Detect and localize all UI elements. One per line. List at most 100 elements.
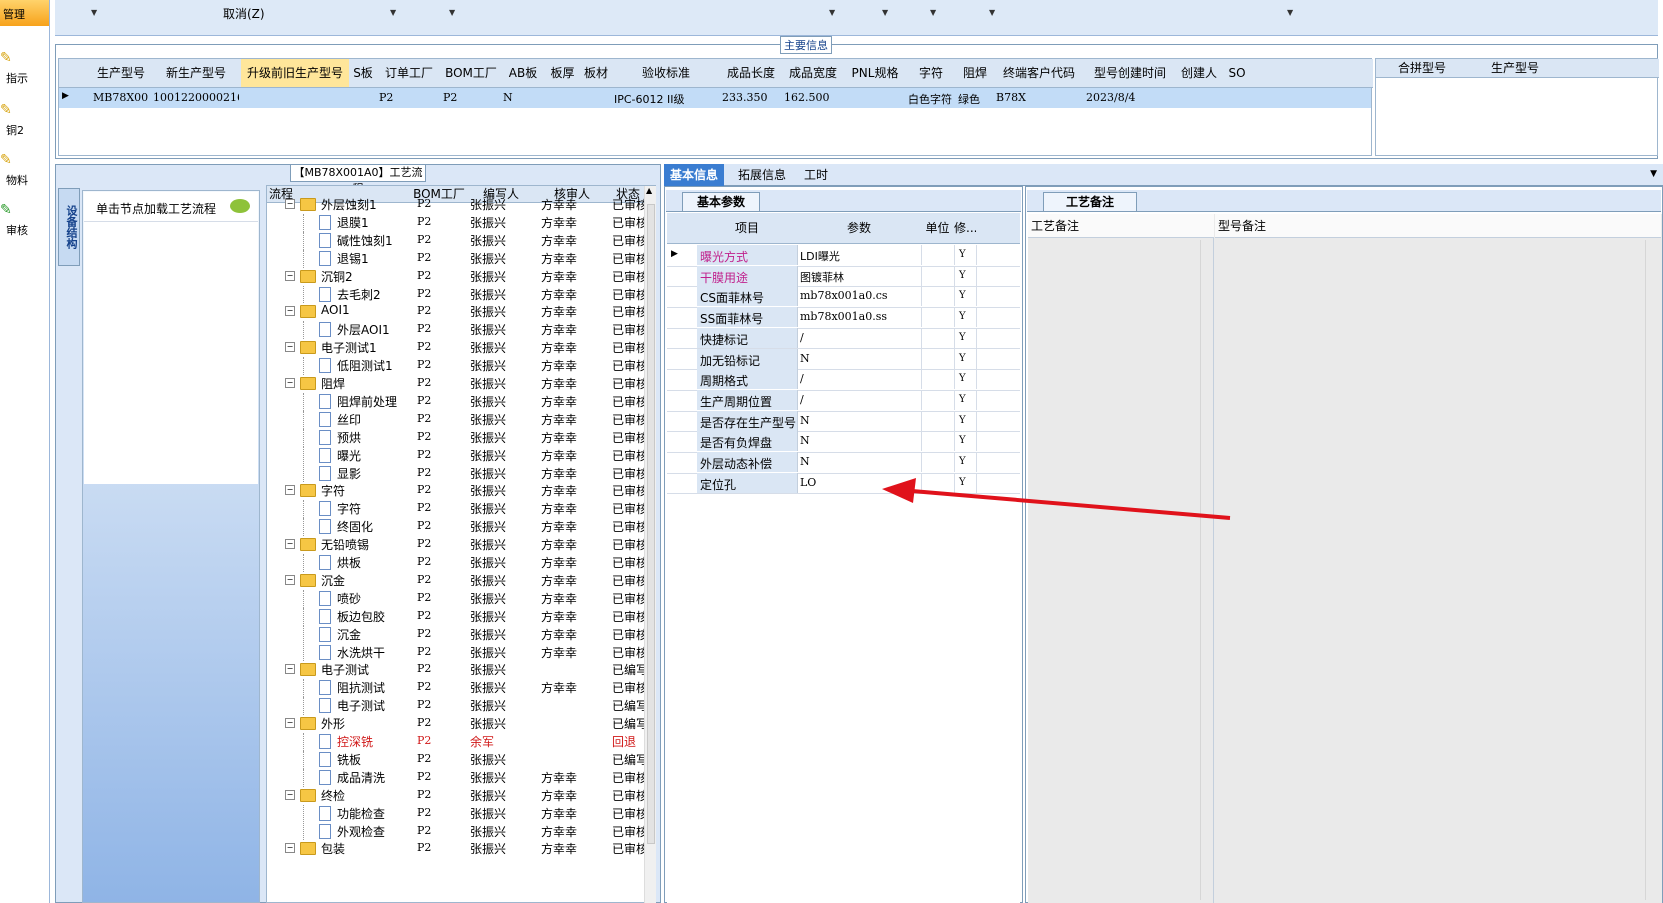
model-remarks-scrollbar[interactable]	[1645, 240, 1657, 900]
process-row[interactable]: − 沉金 P2 张振兴 方幸幸 已审核	[267, 571, 645, 589]
collapse-toggle-icon[interactable]: −	[285, 574, 295, 585]
collapse-toggle-icon[interactable]: −	[285, 342, 295, 353]
tab-menu-icon[interactable]: ▼	[1650, 169, 1657, 179]
process-row[interactable]: 外层AOI1 P2 张振兴 方幸幸 已审核	[267, 320, 645, 340]
main-col-header[interactable]: 型号创建时间	[1084, 59, 1177, 88]
main-col-header[interactable]: 创建人	[1176, 59, 1223, 88]
params-row[interactable]: 生产周期位置 / Y	[667, 389, 1020, 412]
process-row[interactable]: 字符 P2 张振兴 方幸幸 已审核	[267, 499, 645, 519]
process-row[interactable]: − 外形 P2 张振兴 已编写	[267, 714, 645, 732]
process-row[interactable]: 终固化 P2 张振兴 方幸幸 已审核	[267, 517, 645, 537]
process-row[interactable]: 成品清洗 P2 张振兴 方幸幸 已审核	[267, 768, 645, 787]
params-col-header[interactable]: 单位	[921, 213, 955, 244]
main-col-header[interactable]: 升级前旧生产型号	[241, 59, 350, 88]
param-value[interactable]: N	[800, 455, 810, 468]
param-value[interactable]: mb78x001a0.cs	[800, 289, 888, 302]
collapse-toggle-icon[interactable]: −	[285, 718, 295, 729]
dropdown-arrow-icon[interactable]: ▼	[1287, 8, 1293, 17]
process-row[interactable]: − AOI1 P2 张振兴 方幸幸 已审核	[267, 302, 645, 320]
dropdown-arrow-icon[interactable]: ▼	[930, 8, 936, 17]
model-remarks-column[interactable]: 型号备注	[1215, 214, 1661, 903]
process-scrollbar[interactable]: ▲	[644, 186, 656, 903]
process-row[interactable]: 铣板 P2 张振兴 已编写	[267, 750, 645, 769]
process-row[interactable]: − 包装 P2 张振兴 方幸幸 已审核	[267, 839, 645, 857]
process-row[interactable]: 去毛刺2 P2 张振兴 方幸幸 已审核	[267, 285, 645, 304]
process-row[interactable]: 预烘 P2 张振兴 方幸幸 已审核	[267, 428, 645, 447]
nav-item-2[interactable]: ✎ 铜2	[0, 102, 49, 137]
params-row[interactable]: 是否存在生产型号 N Y	[667, 410, 1020, 433]
param-value[interactable]: /	[800, 393, 804, 406]
params-col-header[interactable]: 修...	[954, 213, 977, 244]
collapse-toggle-icon[interactable]: −	[285, 539, 295, 550]
process-row[interactable]: 功能检查 P2 张振兴 方幸幸 已审核	[267, 804, 645, 823]
equipment-structure-tab[interactable]: 设备结构	[58, 188, 80, 266]
process-row[interactable]: 外观检查 P2 张振兴 方幸幸 已审核	[267, 822, 645, 841]
main-col-header[interactable]: PNL规格	[844, 59, 907, 88]
process-row[interactable]: − 无铅喷锡 P2 张振兴 方幸幸 已审核	[267, 535, 645, 553]
process-row[interactable]: 阻抗测试 P2 张振兴 方幸幸 已审核	[267, 678, 645, 698]
params-row[interactable]: 快捷标记 / Y	[667, 327, 1020, 350]
params-row[interactable]: 周期格式 / Y	[667, 369, 1020, 391]
params-row[interactable]: SS面菲林号 mb78x001a0.ss Y	[667, 307, 1020, 329]
process-row[interactable]: 退锡1 P2 张振兴 方幸幸 已审核	[267, 249, 645, 268]
param-value[interactable]: /	[800, 331, 804, 344]
params-col-header[interactable]: 参数	[797, 213, 922, 244]
dropdown-arrow-icon[interactable]: ▼	[449, 8, 455, 17]
process-remarks-column[interactable]: 工艺备注	[1028, 214, 1214, 903]
scroll-thumb[interactable]	[647, 204, 655, 844]
main-col-header[interactable]: 字符	[906, 59, 957, 88]
param-value[interactable]: N	[800, 414, 810, 427]
main-col-header[interactable]: 阻焊	[956, 59, 995, 88]
tab-basic-params[interactable]: 基本参数	[682, 192, 761, 211]
process-row[interactable]: − 阻焊 P2 张振兴 方幸幸 已审核	[267, 374, 645, 392]
scroll-up-icon[interactable]: ▲	[646, 186, 652, 195]
collapse-toggle-icon[interactable]: −	[285, 270, 295, 281]
dropdown-arrow-icon[interactable]: ▼	[390, 8, 396, 17]
collapse-toggle-icon[interactable]: −	[285, 378, 295, 388]
process-row[interactable]: 退膜1 P2 张振兴 方幸幸 已审核	[267, 213, 645, 232]
dropdown-arrow-icon[interactable]: ▼	[882, 8, 888, 17]
params-row[interactable]: ▶ 曝光方式 LDI曝光 Y	[667, 245, 1020, 267]
process-row[interactable]: 阻焊前处理 P2 张振兴 方幸幸 已审核	[267, 392, 645, 411]
merge-col-header[interactable]: 合拼型号	[1376, 59, 1469, 78]
nav-item-0[interactable]: 管理	[0, 0, 49, 26]
main-col-header[interactable]: AB板	[501, 59, 546, 88]
process-row[interactable]: − 电子测试 P2 张振兴 已编写	[267, 660, 645, 678]
collapse-toggle-icon[interactable]: −	[285, 789, 295, 800]
collapse-toggle-icon[interactable]: −	[285, 843, 295, 854]
params-row[interactable]: 干膜用途 图镀菲林 Y	[667, 265, 1020, 288]
remarks-scrollbar[interactable]	[1200, 240, 1212, 900]
dropdown-arrow-icon[interactable]: ▼	[91, 8, 97, 17]
main-col-header[interactable]: BOM工厂	[441, 59, 502, 88]
main-col-header[interactable]: 订单工厂	[377, 59, 442, 88]
process-row[interactable]: 丝印 P2 张振兴 方幸幸 已审核	[267, 410, 645, 429]
process-row[interactable]: 喷砂 P2 张振兴 方幸幸 已审核	[267, 589, 645, 608]
collapse-toggle-icon[interactable]: −	[285, 199, 295, 209]
process-row[interactable]: 烘板 P2 张振兴 方幸幸 已审核	[267, 553, 645, 572]
process-row[interactable]: 电子测试 P2 张振兴 已编写	[267, 696, 645, 716]
collapse-toggle-icon[interactable]: −	[285, 306, 295, 317]
main-col-header[interactable]: 验收标准	[612, 59, 721, 88]
main-col-header[interactable]: 成品宽度	[782, 59, 845, 88]
process-row[interactable]: 显影 P2 张振兴 方幸幸 已审核	[267, 464, 645, 483]
process-row[interactable]: − 终检 P2 张振兴 方幸幸 已审核	[267, 786, 645, 804]
params-row[interactable]: 加无铅标记 N Y	[667, 348, 1020, 371]
main-col-header[interactable]: 生产型号	[91, 59, 152, 88]
collapse-toggle-icon[interactable]: −	[285, 664, 295, 675]
process-row[interactable]: − 沉铜2 P2 张振兴 方幸幸 已审核	[267, 267, 645, 285]
params-col-header[interactable]: 项目	[697, 213, 798, 244]
param-value[interactable]: N	[800, 434, 810, 447]
tab-work-hours[interactable]: 工时	[798, 164, 834, 186]
process-row[interactable]: 沉金 P2 张振兴 方幸幸 已审核	[267, 625, 645, 644]
process-row[interactable]: − 电子测试1 P2 张振兴 方幸幸 已审核	[267, 338, 645, 356]
tab-extended-info[interactable]: 拓展信息	[732, 164, 792, 186]
merge-col-header[interactable]: 生产型号	[1468, 59, 1563, 78]
params-row[interactable]: 是否有负焊盘 N Y	[667, 431, 1020, 453]
tab-basic-info[interactable]: 基本信息	[664, 164, 725, 186]
process-row[interactable]: − 字符 P2 张振兴 方幸幸 已审核	[267, 481, 645, 499]
param-value[interactable]: LDI曝光	[800, 248, 840, 264]
main-col-header[interactable]: 终端客户代码	[994, 59, 1085, 88]
tab-process-remarks[interactable]: 工艺备注	[1043, 192, 1138, 211]
param-value[interactable]: 图镀菲林	[800, 269, 844, 285]
nav-item-1[interactable]: ✎ 指示	[0, 50, 49, 85]
